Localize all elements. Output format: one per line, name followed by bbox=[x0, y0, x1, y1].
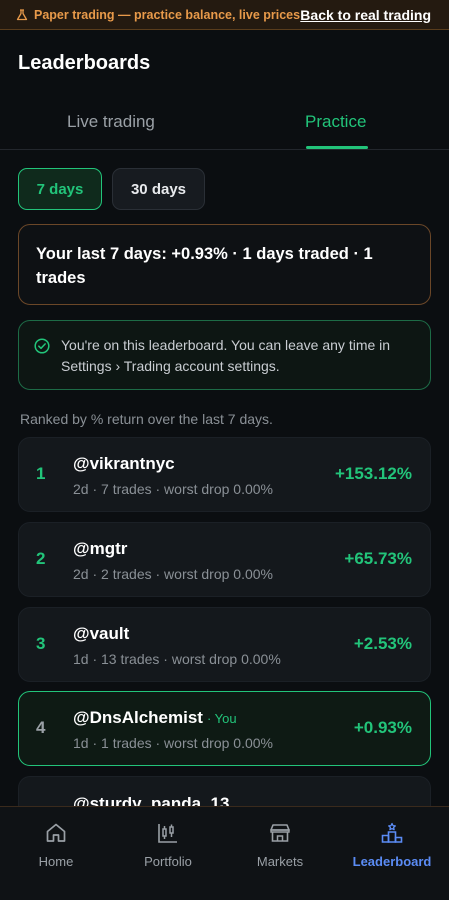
you-tag: · You bbox=[206, 711, 237, 726]
bottom-nav: Home Portfolio Markets Leaderboard bbox=[0, 806, 449, 900]
nav-leaderboard[interactable]: Leaderboard bbox=[336, 807, 448, 900]
nav-home-label: Home bbox=[38, 854, 74, 869]
home-icon bbox=[46, 823, 66, 842]
nav-markets[interactable]: Markets bbox=[224, 807, 336, 900]
leaderboard-row[interactable]: 2 @mgtr 2d · 2 trades · worst drop 0.00%… bbox=[18, 522, 431, 597]
leaderboard-notice: You're on this leaderboard. You can leav… bbox=[18, 320, 431, 390]
rank-number: 2 bbox=[36, 549, 46, 568]
row-meta: 1d · 1 trades · worst drop 0.00% bbox=[73, 735, 273, 751]
check-circle-icon bbox=[34, 338, 50, 354]
rank-number: 3 bbox=[36, 634, 46, 653]
username: @mgtr bbox=[73, 539, 128, 558]
paper-trading-banner: Paper trading — practice balance, live p… bbox=[0, 0, 449, 30]
leaderboard-row[interactable]: 1 @vikrantnyc 2d · 7 trades · worst drop… bbox=[18, 437, 431, 512]
return-percent: +65.73% bbox=[344, 549, 412, 568]
return-percent: +153.12% bbox=[334, 464, 412, 483]
tab-live-trading[interactable]: Live trading bbox=[67, 112, 155, 132]
candlestick-icon bbox=[158, 824, 177, 843]
nav-markets-label: Markets bbox=[256, 854, 304, 869]
back-to-real-trading-link[interactable]: Back to real trading bbox=[300, 7, 431, 23]
username: @vault bbox=[73, 624, 130, 643]
row-meta: 1d · 13 trades · worst drop 0.00% bbox=[73, 651, 281, 667]
nav-home[interactable]: Home bbox=[0, 807, 112, 900]
nav-portfolio-label: Portfolio bbox=[144, 854, 192, 869]
flask-icon bbox=[16, 8, 28, 20]
tab-practice[interactable]: Practice bbox=[305, 112, 366, 132]
banner-text: Paper trading — practice balance, live p… bbox=[34, 7, 301, 22]
rank-number: 1 bbox=[36, 464, 46, 483]
period-30-days-button[interactable]: 30 days bbox=[112, 168, 205, 210]
nav-portfolio[interactable]: Portfolio bbox=[112, 807, 224, 900]
active-tab-underline bbox=[306, 146, 368, 149]
podium-icon bbox=[381, 822, 403, 843]
row-meta: 2d · 2 trades · worst drop 0.00% bbox=[73, 566, 273, 582]
leaderboard-row[interactable]: 3 @vault 1d · 13 trades · worst drop 0.0… bbox=[18, 607, 431, 682]
username: @DnsAlchemist · You bbox=[73, 708, 237, 728]
leaderboard-row-you[interactable]: 4 @DnsAlchemist · You 1d · 1 trades · wor… bbox=[18, 691, 431, 766]
username: @vikrantnyc bbox=[73, 454, 175, 473]
summary-card: Your last 7 days: +0.93% · 1 days traded… bbox=[18, 224, 431, 305]
notice-text: You're on this leaderboard. You can leav… bbox=[61, 337, 391, 374]
return-percent: +0.93% bbox=[353, 718, 412, 737]
store-icon bbox=[270, 824, 290, 842]
tab-bar: Live trading Practice bbox=[0, 100, 449, 150]
nav-leaderboard-label: Leaderboard bbox=[352, 854, 432, 869]
return-percent: +2.53% bbox=[353, 634, 412, 653]
ranked-note: Ranked by % return over the last 7 days. bbox=[20, 411, 273, 427]
period-7-days-button[interactable]: 7 days bbox=[18, 168, 102, 210]
row-meta: 2d · 7 trades · worst drop 0.00% bbox=[73, 481, 273, 497]
rank-number: 4 bbox=[36, 718, 46, 737]
page-title: Leaderboards bbox=[18, 52, 151, 74]
username-text: @DnsAlchemist bbox=[73, 708, 203, 727]
